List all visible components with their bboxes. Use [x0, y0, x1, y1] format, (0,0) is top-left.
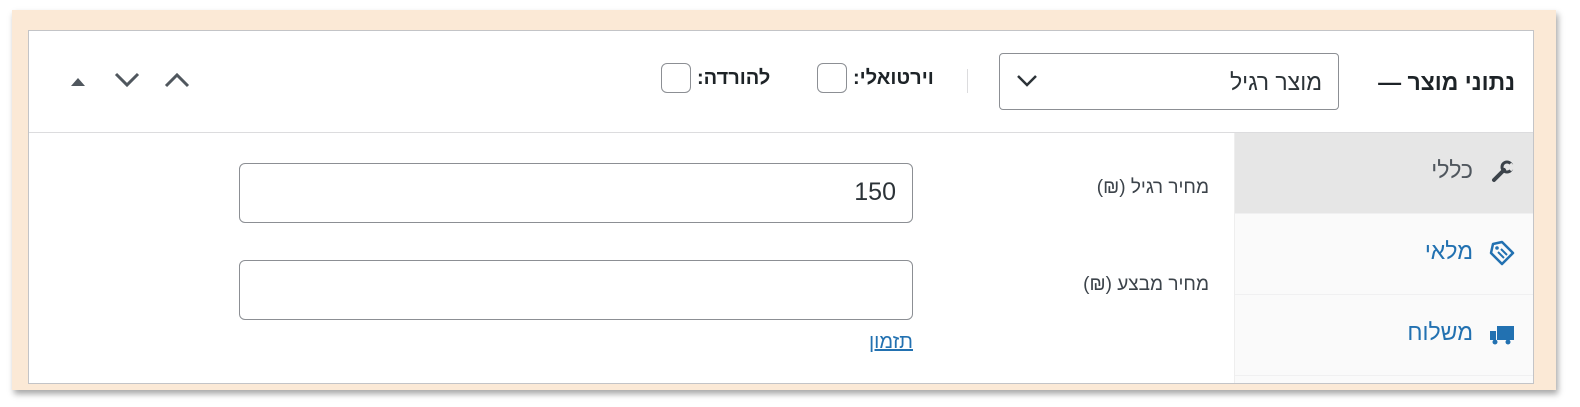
product-data-panel: נתוני מוצר — מוצר רגיל וירטואלי: להורדה: [28, 30, 1534, 384]
chevron-down-icon[interactable] [113, 71, 141, 94]
panel-title: נתוני מוצר — [1378, 69, 1515, 95]
regular-price-input[interactable]: 150 [239, 163, 913, 223]
header-divider [967, 69, 968, 93]
chevron-up-icon[interactable] [163, 71, 191, 94]
wrench-icon [1489, 159, 1516, 185]
product-data-tabs: כללי מלאי משלוח [1234, 133, 1533, 383]
truck-icon [1489, 321, 1515, 347]
virtual-label: וירטואלי: [853, 66, 934, 89]
tab-inventory[interactable]: מלאי [1235, 214, 1533, 295]
download-checkbox[interactable] [661, 63, 691, 93]
tag-icon [1489, 240, 1515, 266]
tab-inventory-label: מלאי [1424, 238, 1473, 264]
tab-shipping-label: משלוח [1407, 319, 1473, 345]
panel-header: נתוני מוצר — מוצר רגיל וירטואלי: להורדה: [29, 31, 1533, 133]
product-type-select[interactable]: מוצר רגיל [999, 53, 1339, 110]
tab-general[interactable]: כללי [1235, 133, 1533, 214]
tab-general-label: כללי [1431, 157, 1473, 183]
screenshot-frame: נתוני מוצר — מוצר רגיל וירטואלי: להורדה: [12, 10, 1556, 390]
tab-shipping[interactable]: משלוח [1235, 295, 1533, 376]
sale-price-input[interactable] [239, 260, 913, 320]
download-option: להורדה: [661, 61, 770, 95]
product-type-value: מוצר רגיל [1229, 69, 1322, 95]
chevron-down-icon [1016, 74, 1038, 93]
regular-price-label: מחיר רגיל (₪) [1096, 177, 1209, 198]
virtual-checkbox[interactable] [817, 63, 847, 93]
schedule-link[interactable]: תזמון [829, 331, 913, 354]
download-label: להורדה: [697, 66, 771, 89]
triangle-up-icon[interactable] [69, 75, 87, 93]
regular-price-value: 150 [854, 178, 896, 206]
virtual-option: וירטואלי: [817, 61, 934, 95]
sale-price-label: מחיר מבצע (₪) [1083, 274, 1209, 295]
